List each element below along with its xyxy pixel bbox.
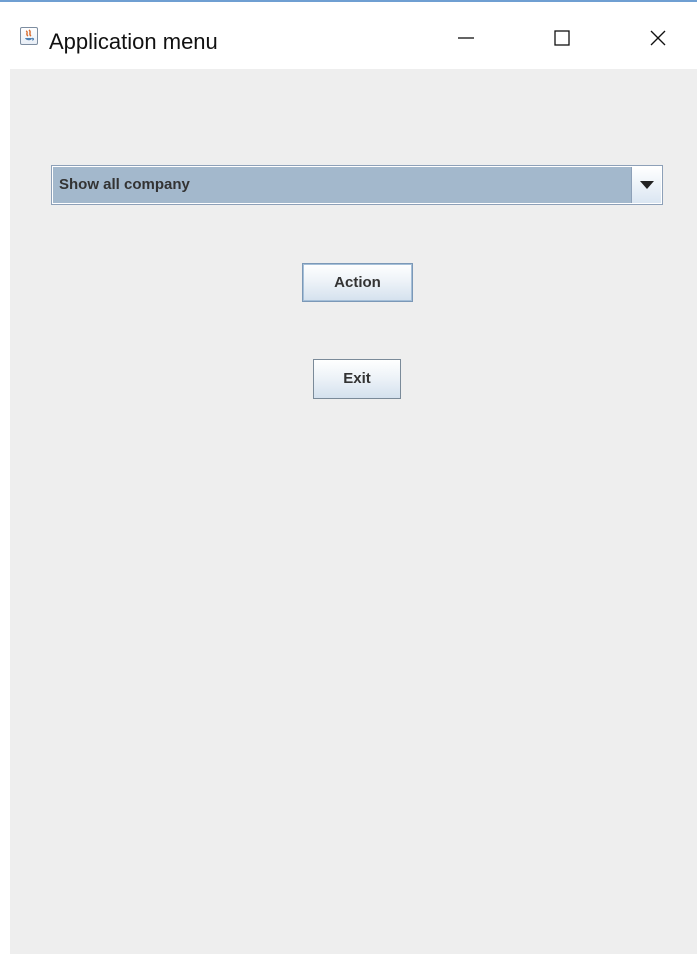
- minimize-button[interactable]: [443, 21, 489, 55]
- maximize-button[interactable]: [539, 21, 585, 55]
- close-icon: [650, 30, 666, 46]
- company-filter-dropdown[interactable]: Show all company: [51, 165, 663, 205]
- application-window: Application menu Show all company Action…: [0, 0, 697, 954]
- chevron-down-icon: [640, 181, 654, 189]
- maximize-icon: [554, 30, 570, 46]
- window-title: Application menu: [49, 29, 218, 54]
- application-content-panel: Show all company Action Exit: [10, 69, 697, 954]
- dropdown-arrow-button[interactable]: [631, 167, 661, 203]
- minimize-icon: [458, 37, 474, 39]
- exit-button[interactable]: Exit: [313, 359, 401, 399]
- dropdown-selected-value[interactable]: Show all company: [53, 167, 631, 203]
- close-button[interactable]: [635, 21, 681, 55]
- action-button[interactable]: Action: [302, 263, 413, 302]
- java-app-icon: [20, 27, 38, 45]
- window-titlebar[interactable]: Application menu: [0, 2, 697, 69]
